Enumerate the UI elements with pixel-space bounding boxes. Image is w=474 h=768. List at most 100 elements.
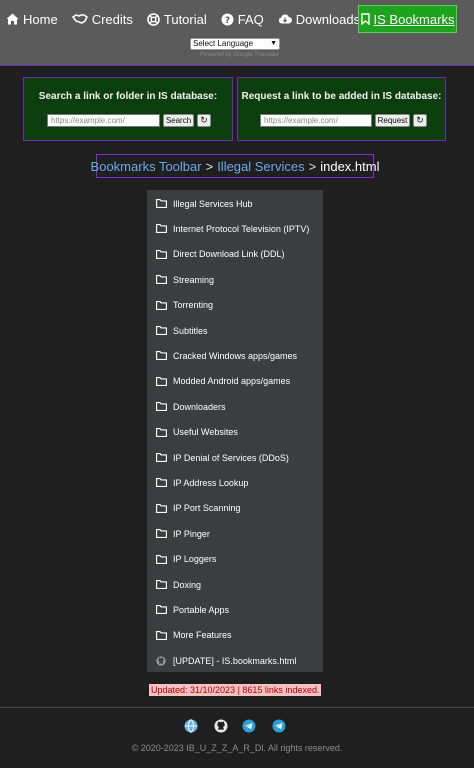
folder-icon [149, 453, 173, 462]
status-updated: Updated: 31/10/2023 | 8615 links indexed… [149, 684, 322, 696]
folder-icon [149, 376, 173, 386]
powered-by-text: Powered by Google Translate [200, 52, 280, 58]
folder-item[interactable]: Internet Protocol Television (IPTV) [147, 216, 323, 241]
folder-item-label: Streaming [173, 274, 215, 285]
language-select-value: Select Language [193, 39, 254, 48]
svg-text:?: ? [225, 16, 230, 26]
folder-item-label: IP Port Scanning [173, 503, 241, 514]
folder-icon [149, 351, 173, 361]
folder-icon [149, 580, 173, 589]
nav-faq[interactable]: ? FAQ [221, 12, 264, 27]
request-input[interactable]: https://example.com/ [260, 114, 372, 127]
folder-item-label: IP Denial of Services (DDoS) [173, 452, 289, 463]
folder-item[interactable]: Torrenting [147, 293, 323, 318]
nav-is-bookmarks-label: IS Bookmarks [373, 11, 455, 27]
folder-item-label: Illegal Services Hub [173, 198, 253, 209]
update-bookmarks-label: [UPDATE] - IS.bookmarks.html [173, 655, 297, 666]
main-nav: Home Credits Tutorial ? FAQ Downloads [6, 5, 374, 33]
folder-icon [149, 275, 173, 285]
folder-icon [149, 503, 173, 513]
breadcrumb-separator: > [308, 158, 317, 174]
nav-faq-label: FAQ [237, 11, 264, 27]
folder-item-label: Torrenting [173, 300, 214, 311]
folder-item[interactable]: IP Address Lookup [147, 470, 323, 495]
update-bookmarks-link[interactable]: [UPDATE] - IS.bookmarks.html [147, 648, 323, 673]
folder-item-label: Direct Download Link (DDL) [173, 249, 285, 260]
folder-item-label: Internet Protocol Television (IPTV) [173, 223, 310, 234]
breadcrumb-separator: > [205, 158, 214, 174]
folder-icon [149, 249, 173, 259]
chevron-down-icon: ▼ [270, 40, 277, 47]
nav-tutorial[interactable]: Tutorial [147, 12, 207, 27]
folder-icon [149, 326, 173, 335]
folder-icon [149, 605, 173, 615]
folder-item[interactable]: Direct Download Link (DDL) [147, 242, 323, 267]
nav-downloads-label: Downloads [295, 11, 361, 27]
top-navbar: Home Credits Tutorial ? FAQ Downloads IS… [0, 0, 474, 66]
folder-icon [149, 224, 173, 234]
folder-item[interactable]: Modded Android apps/games [147, 369, 323, 394]
folder-icon [149, 554, 173, 564]
question-icon: ? [221, 13, 234, 26]
folder-icon [149, 630, 173, 640]
breadcrumb: Bookmarks Toolbar > Illegal Services > i… [91, 154, 379, 178]
nav-home[interactable]: Home [6, 12, 58, 27]
breadcrumb-illegal-services[interactable]: Illegal Services [217, 159, 304, 174]
folder-icon [149, 427, 173, 437]
request-button[interactable]: Request [375, 114, 410, 127]
folder-item-label: Subtitles [173, 325, 208, 336]
nav-credits[interactable]: Credits [71, 12, 133, 27]
github-icon[interactable] [214, 719, 228, 733]
folder-icon [149, 300, 173, 310]
folder-icon [149, 478, 173, 488]
folder-item[interactable]: IP Pinger [147, 521, 323, 546]
folder-item-label: Useful Websites [173, 427, 238, 438]
nav-tutorial-label: Tutorial [163, 11, 207, 27]
search-input[interactable]: https://example.com/ [47, 114, 160, 127]
telegram-icon[interactable] [242, 719, 256, 733]
folder-item[interactable]: IP Loggers [147, 547, 323, 572]
telegram-icon[interactable] [272, 719, 286, 733]
folder-item-label: Doxing [173, 579, 202, 590]
globe-icon[interactable] [184, 719, 198, 733]
folder-item-label: More Features [173, 630, 232, 641]
folder-item-label: IP Loggers [173, 554, 217, 565]
folder-item[interactable]: Downloaders [147, 394, 323, 419]
folder-item-label: Modded Android apps/games [173, 376, 291, 387]
folder-item[interactable]: Cracked Windows apps/games [147, 343, 323, 368]
footer-divider [0, 707, 474, 708]
folder-item[interactable]: More Features [147, 623, 323, 648]
breadcrumb-bookmarks-toolbar[interactable]: Bookmarks Toolbar [91, 159, 202, 174]
folder-item-label: IP Address Lookup [173, 477, 249, 488]
folder-icon [149, 199, 173, 208]
search-panel-title: Search a link or folder in IS database: [38, 91, 218, 102]
breadcrumb-current: index.html [320, 158, 380, 174]
folder-icon [149, 402, 173, 412]
request-panel: Request a link to be added in IS databas… [237, 77, 446, 141]
folder-item-label: Cracked Windows apps/games [173, 350, 298, 361]
folder-item-label: IP Pinger [173, 528, 210, 539]
folder-icon [149, 529, 173, 539]
folder-item[interactable]: Doxing [147, 572, 323, 597]
folder-item[interactable]: IP Port Scanning [147, 496, 323, 521]
search-button[interactable]: Search [163, 114, 194, 127]
language-select[interactable]: Select Language ▼ [190, 38, 280, 50]
folder-item-label: Downloaders [173, 401, 226, 412]
cloud-download-icon [278, 14, 292, 24]
folder-item[interactable]: Subtitles [147, 318, 323, 343]
folder-item[interactable]: Streaming [147, 267, 323, 292]
request-reset-icon[interactable]: ↻ [413, 114, 427, 127]
folder-item[interactable]: Portable Apps [147, 597, 323, 622]
folder-item[interactable]: IP Denial of Services (DDoS) [147, 445, 323, 470]
search-reset-icon[interactable]: ↻ [197, 114, 211, 127]
lifebuoy-icon [147, 12, 160, 26]
nav-home-label: Home [23, 11, 58, 27]
folder-item-label: Portable Apps [173, 604, 230, 615]
nav-downloads[interactable]: Downloads [278, 12, 360, 27]
request-panel-title: Request a link to be added in IS databas… [241, 91, 442, 102]
nav-is-bookmarks[interactable]: IS Bookmarks [358, 5, 457, 33]
folder-item[interactable]: Useful Websites [147, 420, 323, 445]
handshake-icon [71, 14, 88, 24]
folder-list: Illegal Services Hub Internet Protocol Te… [147, 190, 323, 672]
folder-item[interactable]: Illegal Services Hub [147, 191, 323, 216]
